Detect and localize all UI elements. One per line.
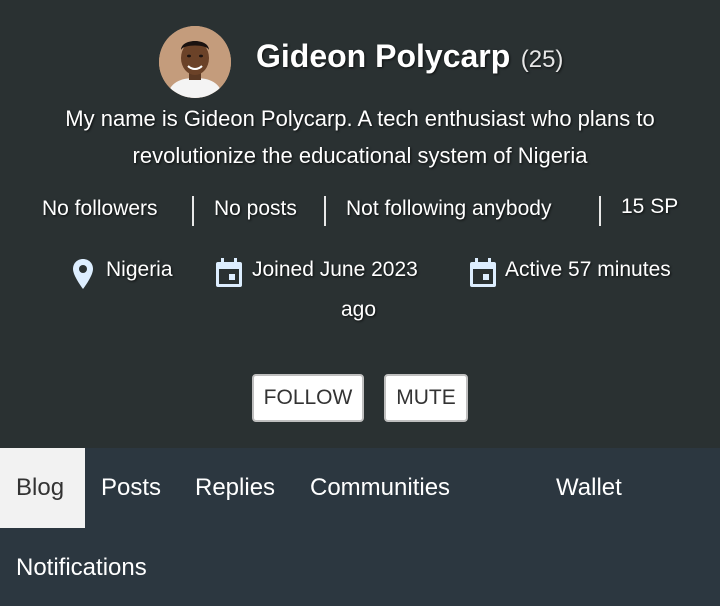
avatar-image xyxy=(159,26,231,98)
followers-count[interactable]: No followers xyxy=(42,197,158,221)
stats-divider xyxy=(599,196,601,226)
calendar-icon xyxy=(469,258,497,293)
steem-power[interactable]: 15 SP xyxy=(621,195,678,219)
profile-stats: No followers No posts Not following anyb… xyxy=(0,192,720,232)
profile-about: My name is Gideon Polycarp. A tech enthu… xyxy=(65,106,655,168)
mute-button[interactable]: MUTE xyxy=(384,374,468,422)
follow-button[interactable]: FOLLOW xyxy=(252,374,364,422)
avatar[interactable] xyxy=(159,26,231,98)
tab-wallet[interactable]: Wallet xyxy=(540,448,638,528)
location-text: Nigeria xyxy=(106,258,173,281)
profile-header: Gideon Polycarp (25) My name is Gideon P… xyxy=(0,0,720,448)
stats-divider xyxy=(324,196,326,226)
last-active-line2: ago xyxy=(341,298,377,321)
reputation-score: (25) xyxy=(520,46,564,73)
profile-name: Gideon Polycarp xyxy=(256,38,511,74)
stats-divider xyxy=(192,196,194,226)
tab-posts[interactable]: Posts xyxy=(85,448,177,528)
profile-tabs: Blog Posts Replies Communities Wallet No… xyxy=(0,448,720,606)
profile-name-row: Gideon Polycarp (25) xyxy=(256,38,563,75)
tab-blog[interactable]: Blog xyxy=(0,448,85,528)
tab-replies[interactable]: Replies xyxy=(179,448,291,528)
profile-info: Nigeria Joined June 2023 Active 57 minut… xyxy=(0,255,720,335)
tab-communities[interactable]: Communities xyxy=(294,448,466,528)
last-active-line1: Active 57 minutes xyxy=(505,258,671,281)
joined-date: Joined June 2023 xyxy=(252,258,418,281)
map-marker-icon xyxy=(72,258,94,295)
posts-count[interactable]: No posts xyxy=(214,197,297,221)
calendar-icon xyxy=(215,258,243,293)
tab-notifications[interactable]: Notifications xyxy=(0,528,163,606)
following-count[interactable]: Not following anybody xyxy=(346,197,551,221)
